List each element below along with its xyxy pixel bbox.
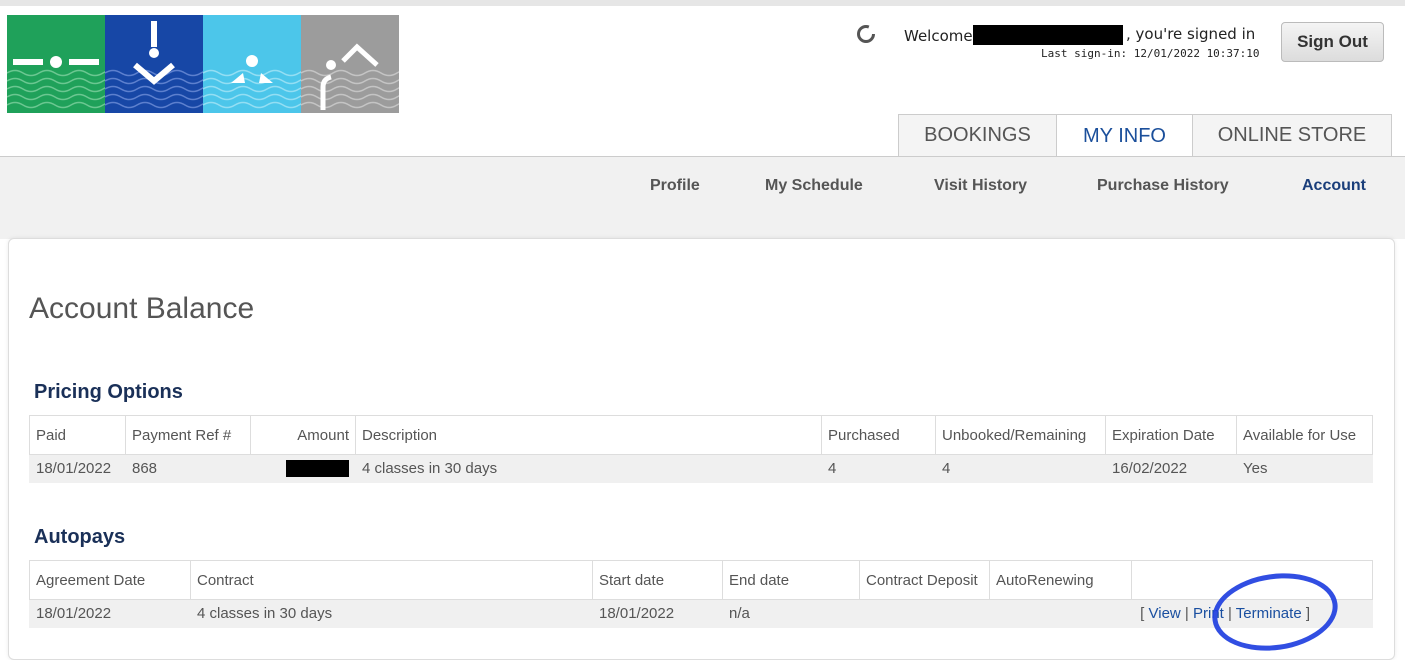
description-cell: 4 classes in 30 days xyxy=(355,454,822,483)
main-tabs: BOOKINGS MY INFO ONLINE STORE xyxy=(898,114,1392,157)
redacted-username xyxy=(972,25,1123,45)
column-header: End date xyxy=(722,560,860,600)
expiration-cell: 16/02/2022 xyxy=(1105,454,1237,483)
sub-nav: Profile My Schedule Visit History Purcha… xyxy=(0,156,1405,239)
purchased-cell: 4 xyxy=(821,454,936,483)
logo-stroke-icon xyxy=(301,15,399,113)
paid-cell: 18/01/2022 xyxy=(29,454,126,483)
tab-bookings[interactable]: BOOKINGS xyxy=(898,114,1057,156)
contract-cell: 4 classes in 30 days xyxy=(190,599,593,628)
logo-dive-icon xyxy=(105,15,203,113)
column-header: Agreement Date xyxy=(29,560,191,600)
column-header: Contract xyxy=(190,560,593,600)
site-logo[interactable] xyxy=(7,15,399,113)
column-header: Paid xyxy=(29,415,126,455)
table-row: 18/01/2022 868 4 classes in 30 days 4 4 … xyxy=(29,454,1373,483)
logo-swim-icon xyxy=(7,15,105,113)
available-cell: Yes xyxy=(1236,454,1373,483)
logo-float-icon xyxy=(203,15,301,113)
page-title: Account Balance xyxy=(29,292,255,325)
welcome-suffix: , you're signed in xyxy=(1126,25,1256,43)
view-link[interactable]: View xyxy=(1149,605,1181,622)
subnav-visit-history[interactable]: Visit History xyxy=(934,177,1027,195)
start-date-cell: 18/01/2022 xyxy=(592,599,723,628)
remaining-cell: 4 xyxy=(935,454,1106,483)
sign-out-button[interactable]: Sign Out xyxy=(1281,22,1384,62)
top-strip xyxy=(0,0,1405,6)
column-header: Available for Use xyxy=(1236,415,1373,455)
subnav-account[interactable]: Account xyxy=(1302,177,1366,195)
column-header: Unbooked/Remaining xyxy=(935,415,1106,455)
table-header-row: Agreement Date Contract Start date End d… xyxy=(29,560,1373,600)
tab-my-info[interactable]: MY INFO xyxy=(1056,114,1193,157)
bracket-open: [ xyxy=(1140,605,1149,622)
column-header: Contract Deposit xyxy=(859,560,990,600)
payment-ref-cell: 868 xyxy=(125,454,251,483)
column-header: Amount xyxy=(250,415,356,455)
deposit-cell xyxy=(859,599,990,628)
subnav-my-schedule[interactable]: My Schedule xyxy=(765,177,863,195)
spinner-icon xyxy=(857,25,875,43)
subnav-purchase-history[interactable]: Purchase History xyxy=(1097,177,1229,195)
subnav-profile[interactable]: Profile xyxy=(650,177,700,195)
table-header-row: Paid Payment Ref # Amount Description Pu… xyxy=(29,415,1373,455)
end-date-cell: n/a xyxy=(722,599,860,628)
welcome-prefix: Welcome xyxy=(904,27,973,45)
last-sign-in: Last sign-in: 12/01/2022 10:37:10 xyxy=(1041,47,1260,60)
column-header: Payment Ref # xyxy=(125,415,251,455)
pricing-options-table: Paid Payment Ref # Amount Description Pu… xyxy=(29,415,1373,483)
column-header: Start date xyxy=(592,560,723,600)
autopays-table: Agreement Date Contract Start date End d… xyxy=(29,560,1373,628)
pricing-options-title: Pricing Options xyxy=(34,381,183,403)
column-header: Expiration Date xyxy=(1105,415,1237,455)
column-header: Description xyxy=(355,415,822,455)
tab-online-store[interactable]: ONLINE STORE xyxy=(1192,114,1392,156)
amount-cell xyxy=(250,454,356,483)
redacted-amount xyxy=(286,459,349,477)
column-header: AutoRenewing xyxy=(989,560,1132,600)
autopays-title: Autopays xyxy=(34,526,126,548)
agreement-date-cell: 18/01/2022 xyxy=(29,599,191,628)
separator: | xyxy=(1180,605,1193,622)
welcome-message: Welcome , you're signed in xyxy=(904,25,1255,45)
column-header: Purchased xyxy=(821,415,936,455)
table-row: 18/01/2022 4 classes in 30 days 18/01/20… xyxy=(29,599,1373,628)
auto-renewing-cell xyxy=(989,599,1132,628)
